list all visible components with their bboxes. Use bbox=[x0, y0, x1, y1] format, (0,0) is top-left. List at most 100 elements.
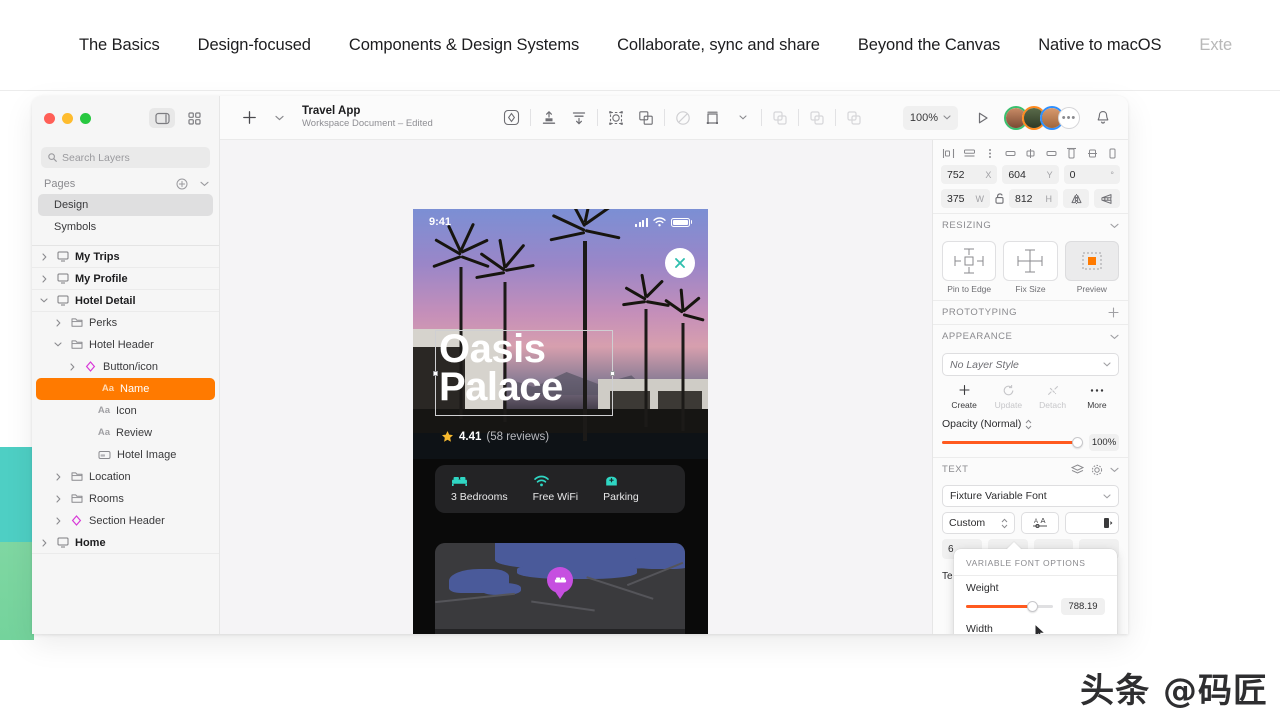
amenities-card[interactable]: 3 Bedrooms Free WiFi Parking bbox=[435, 465, 685, 513]
align-center-h-icon[interactable] bbox=[962, 146, 977, 161]
chevron-right-icon[interactable] bbox=[52, 516, 64, 525]
mask-icon[interactable] bbox=[601, 104, 631, 132]
align-vertical-icon[interactable] bbox=[534, 104, 564, 132]
layer-row-rooms[interactable]: Rooms bbox=[32, 488, 219, 510]
panel-toggle-icon[interactable] bbox=[149, 108, 175, 128]
layer-row-icon[interactable]: Aa Icon bbox=[32, 400, 219, 422]
hero-image[interactable]: 9:41 Oasis Palace 4.41 (58 reviews) bbox=[413, 209, 708, 459]
location-address-row[interactable]: 123 Beach St., Sketch bbox=[435, 629, 685, 635]
pages-chevron-down-icon[interactable] bbox=[200, 181, 209, 187]
chevron-right-icon[interactable] bbox=[38, 252, 50, 261]
search-input[interactable]: Search Layers bbox=[41, 147, 210, 168]
x-position-input[interactable]: 752 X bbox=[941, 165, 998, 184]
chevron-down-icon[interactable] bbox=[52, 342, 64, 347]
chevron-right-icon[interactable] bbox=[52, 472, 64, 481]
grid-view-icon[interactable] bbox=[181, 108, 207, 128]
nav-item-beyond-the-canvas[interactable]: Beyond the Canvas bbox=[839, 36, 1019, 55]
layer-row-location[interactable]: Location bbox=[32, 466, 219, 488]
layer-row-my-profile[interactable]: My Profile bbox=[32, 268, 219, 290]
layer-row-home[interactable]: Home bbox=[32, 532, 219, 554]
amenity-bedrooms[interactable]: 3 Bedrooms bbox=[451, 475, 508, 503]
transform-chevron-down-icon[interactable] bbox=[728, 104, 758, 132]
chevron-down-icon[interactable] bbox=[38, 298, 50, 303]
variable-font-icon[interactable]: AA bbox=[1020, 512, 1059, 534]
chevron-right-icon[interactable] bbox=[66, 362, 78, 371]
add-layer-button[interactable] bbox=[234, 104, 264, 132]
align-more-icon[interactable] bbox=[982, 146, 997, 161]
add-layer-chevron-down-icon[interactable] bbox=[264, 104, 294, 132]
layer-row-perks[interactable]: Perks bbox=[32, 312, 219, 334]
align-left-icon[interactable] bbox=[941, 146, 956, 161]
font-weight-select[interactable]: Custom bbox=[942, 512, 1015, 534]
gear-icon[interactable] bbox=[1091, 464, 1103, 476]
play-preview-button[interactable] bbox=[968, 104, 998, 132]
selection-bounding-box[interactable] bbox=[433, 330, 615, 416]
prototyping-section-header[interactable]: PROTOTYPING bbox=[933, 300, 1128, 324]
resize-option-pin-to-edge[interactable]: Pin to Edge bbox=[942, 241, 997, 294]
nav-item-collaborate-sync-share[interactable]: Collaborate, sync and share bbox=[598, 36, 839, 55]
height-input[interactable]: 812 H bbox=[1009, 189, 1058, 208]
opacity-slider[interactable] bbox=[942, 437, 1083, 448]
resizing-section-header[interactable]: RESIZING bbox=[933, 213, 1128, 237]
flip-vertical-icon[interactable] bbox=[1094, 189, 1120, 208]
align-bottom-icon[interactable] bbox=[1105, 146, 1120, 161]
layer-style-select[interactable]: No Layer Style bbox=[942, 353, 1119, 376]
close-button[interactable] bbox=[665, 248, 695, 278]
layer-row-hotel-header[interactable]: Hotel Header bbox=[32, 334, 219, 356]
prototyping-plus-icon[interactable] bbox=[1108, 307, 1119, 318]
map-image[interactable] bbox=[435, 543, 685, 629]
layer-row-hotel-detail[interactable]: Hotel Detail bbox=[32, 290, 219, 312]
y-position-input[interactable]: 604 Y bbox=[1002, 165, 1059, 184]
flip-horizontal-icon[interactable] bbox=[1063, 189, 1089, 208]
amenity-parking[interactable]: Parking bbox=[603, 475, 639, 503]
chevron-right-icon[interactable] bbox=[38, 538, 50, 547]
page-item-symbols[interactable]: Symbols bbox=[38, 216, 213, 238]
appearance-chevron-down-icon[interactable] bbox=[1110, 334, 1119, 340]
more-collaborators-button[interactable]: ••• bbox=[1058, 106, 1080, 129]
resizing-chevron-down-icon[interactable] bbox=[1110, 223, 1119, 229]
distribute-h-icon[interactable] bbox=[1023, 146, 1038, 161]
nav-item-native-to-macos[interactable]: Native to macOS bbox=[1019, 36, 1180, 55]
text-styles-icon[interactable] bbox=[1071, 464, 1084, 475]
weight-value[interactable]: 788.19 bbox=[1061, 598, 1105, 615]
create-style-button[interactable]: Create bbox=[942, 382, 986, 410]
close-window-button[interactable] bbox=[44, 112, 55, 124]
distribute-icon[interactable] bbox=[564, 104, 594, 132]
layer-row-review[interactable]: Aa Review bbox=[32, 422, 219, 444]
text-chevron-down-icon[interactable] bbox=[1110, 467, 1119, 473]
resize-handle-right[interactable] bbox=[610, 370, 615, 376]
artboard-hotel-detail[interactable]: 9:41 Oasis Palace 4.41 (58 reviews) 3 Be… bbox=[413, 209, 708, 634]
width-input[interactable]: 375 W bbox=[941, 189, 990, 208]
distribute-v-icon[interactable] bbox=[1085, 146, 1100, 161]
chevron-right-icon[interactable] bbox=[52, 494, 64, 503]
nav-item-the-basics[interactable]: The Basics bbox=[60, 36, 179, 55]
nav-item-design-focused[interactable]: Design-focused bbox=[179, 36, 330, 55]
opacity-value[interactable]: 100% bbox=[1089, 434, 1119, 451]
text-section-header[interactable]: TEXT bbox=[933, 457, 1128, 481]
amenity-wifi[interactable]: Free WiFi bbox=[533, 475, 578, 503]
font-family-select[interactable]: Fixture Variable Font bbox=[942, 485, 1119, 507]
document-title-block[interactable]: Travel App Workspace Document – Edited bbox=[302, 105, 433, 130]
text-color-swatch[interactable] bbox=[1064, 512, 1119, 534]
location-card[interactable]: 123 Beach St., Sketch 300m from historic… bbox=[435, 543, 685, 634]
symbol-icon[interactable] bbox=[497, 104, 527, 132]
minimize-window-button[interactable] bbox=[62, 112, 73, 124]
maximize-window-button[interactable] bbox=[80, 112, 91, 124]
chevron-right-icon[interactable] bbox=[38, 274, 50, 283]
bell-icon[interactable] bbox=[1088, 104, 1118, 132]
combine-icon[interactable] bbox=[631, 104, 661, 132]
rotation-input[interactable]: 0 ° bbox=[1063, 165, 1120, 184]
align-right-icon[interactable] bbox=[1003, 146, 1018, 161]
layer-row-hotel-image[interactable]: Hotel Image bbox=[32, 444, 219, 466]
plus-circle-icon[interactable] bbox=[176, 178, 188, 190]
transform-icon[interactable] bbox=[698, 104, 728, 132]
layer-row-section-header[interactable]: Section Header bbox=[32, 510, 219, 532]
resize-handle-left[interactable] bbox=[433, 370, 438, 376]
chevron-right-icon[interactable] bbox=[52, 318, 64, 327]
nav-item-extensions[interactable]: Exte bbox=[1180, 36, 1251, 55]
resize-option-preview[interactable]: Preview bbox=[1064, 241, 1119, 294]
lock-open-icon[interactable] bbox=[995, 193, 1004, 204]
map-location-pin[interactable] bbox=[547, 567, 573, 593]
align-top-icon[interactable] bbox=[1064, 146, 1079, 161]
more-style-button[interactable]: More bbox=[1075, 382, 1119, 410]
